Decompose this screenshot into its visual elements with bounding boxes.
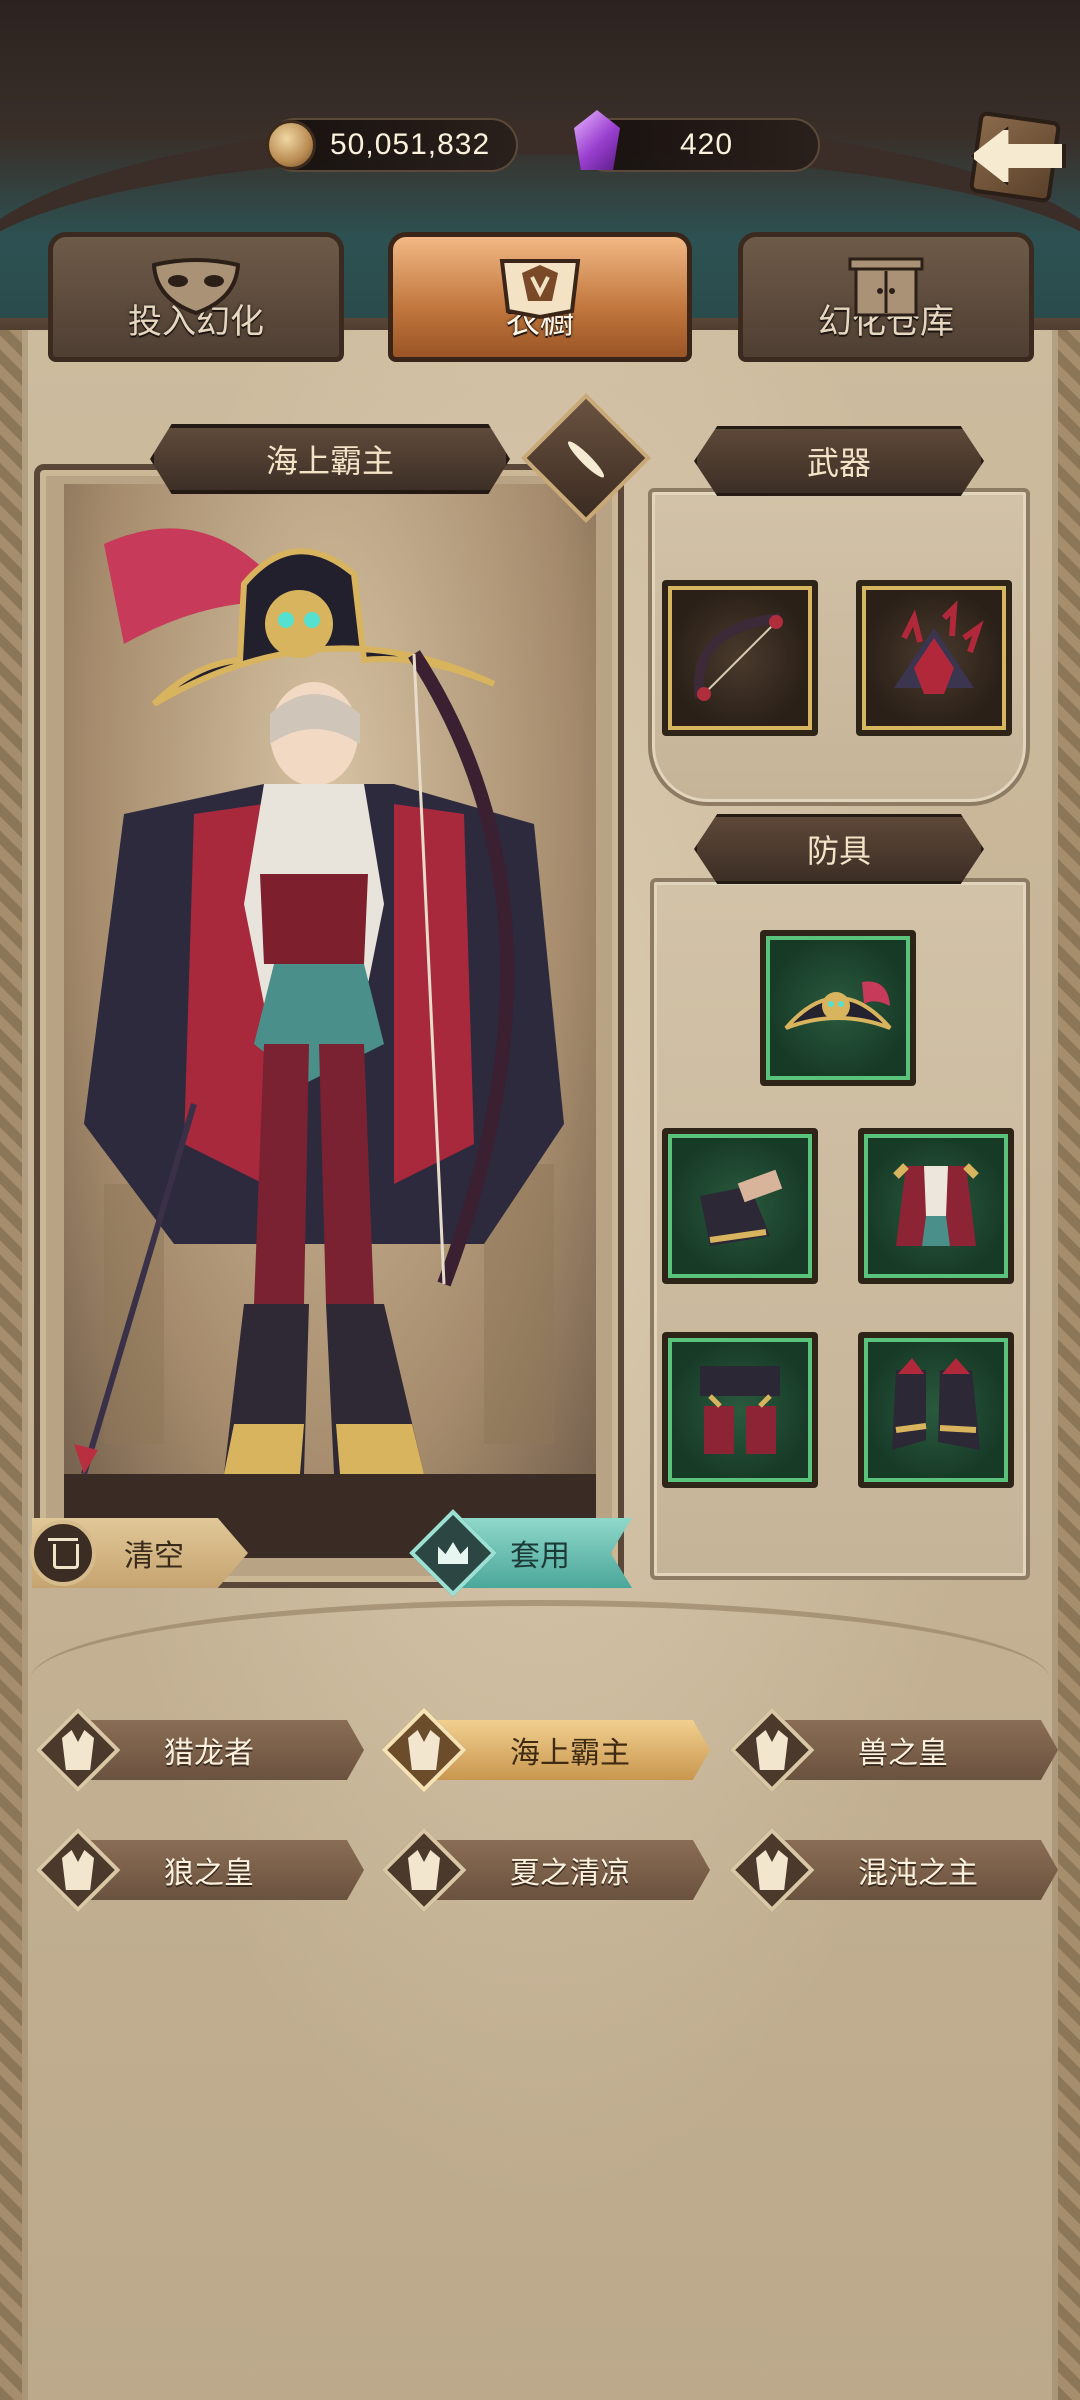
gem-counter[interactable]: 420 — [574, 110, 820, 172]
outfit-emblem-icon — [729, 1827, 815, 1913]
tab-wardrobe[interactable]: 衣橱 — [388, 232, 692, 362]
clear-button-label: 清空 — [124, 1539, 184, 1574]
leggings-icon — [700, 1366, 780, 1454]
mask-icon — [151, 258, 241, 316]
weapons-title: 武器 — [806, 444, 871, 482]
apply-button-label: 套用 — [510, 1539, 570, 1574]
wardrobe-crest-icon — [499, 259, 581, 319]
outfit-name: 猎龙者 — [164, 1736, 254, 1771]
outfit-name: 夏之清凉 — [510, 1856, 630, 1891]
gem-amount: 420 — [680, 128, 734, 161]
trash-icon — [30, 1520, 96, 1586]
pirate-hat-icon — [784, 981, 892, 1030]
quill-icon — [564, 438, 608, 481]
outfit-emblem-icon — [381, 1707, 467, 1793]
armor-title: 防具 — [806, 832, 871, 870]
outfit-summer-cool[interactable]: 夏之清凉 — [380, 1827, 710, 1913]
outfit-title: 海上霸主 — [265, 442, 394, 480]
outfit-emblem-icon — [35, 1827, 121, 1913]
pirate-character-illustration — [64, 528, 596, 1558]
cabinet-icon — [848, 257, 924, 317]
armor-slot-coat[interactable] — [858, 1128, 1014, 1284]
right-frame — [1058, 330, 1080, 2400]
outfit-dragon-hunter[interactable]: 猎龙者 — [34, 1707, 364, 1793]
tab-transmog-storage[interactable]: 幻化仓库 — [738, 232, 1034, 362]
character-preview[interactable] — [64, 484, 596, 1558]
outfit-wolf-emperor[interactable]: 狼之皇 — [34, 1827, 364, 1913]
spiked-quiver-icon — [894, 600, 984, 694]
coat-icon — [893, 1163, 979, 1246]
outfit-emblem-icon — [35, 1707, 121, 1793]
left-frame — [0, 330, 22, 2400]
outfit-beast-emperor[interactable]: 兽之皇 — [728, 1707, 1058, 1793]
weapons-header: 武器 — [694, 426, 984, 496]
outfit-title-banner: 海上霸主 — [150, 424, 510, 494]
gold-amount: 50,051,832 — [330, 128, 491, 161]
boots-icon — [892, 1358, 980, 1450]
back-button[interactable] — [966, 100, 1070, 210]
outfit-name: 海上霸主 — [510, 1736, 630, 1771]
outfit-sea-overlord[interactable]: 海上霸主 — [380, 1707, 710, 1793]
armor-slot-boots[interactable] — [858, 1332, 1014, 1488]
outfit-name: 混沌之主 — [858, 1856, 978, 1891]
tab-invest-transmog[interactable]: 投入幻化 — [48, 232, 344, 362]
gauntlets-icon — [700, 1169, 783, 1246]
outfit-name: 狼之皇 — [164, 1856, 254, 1891]
bow-icon — [694, 613, 783, 701]
outfit-name: 兽之皇 — [858, 1736, 948, 1771]
gold-counter[interactable]: 50,051,832 — [266, 118, 518, 172]
armor-header: 防具 — [694, 814, 984, 884]
weapon-slot-quiver[interactable] — [856, 580, 1012, 736]
outfit-emblem-icon — [381, 1827, 467, 1913]
armor-slot-hat[interactable] — [760, 930, 916, 1086]
outfit-emblem-icon — [729, 1707, 815, 1793]
outfit-chaos-lord[interactable]: 混沌之主 — [728, 1827, 1058, 1913]
armor-slot-gauntlets[interactable] — [662, 1128, 818, 1284]
weapon-slot-bow[interactable] — [662, 580, 818, 736]
armor-slot-leggings[interactable] — [662, 1332, 818, 1488]
coin-icon — [266, 120, 316, 170]
